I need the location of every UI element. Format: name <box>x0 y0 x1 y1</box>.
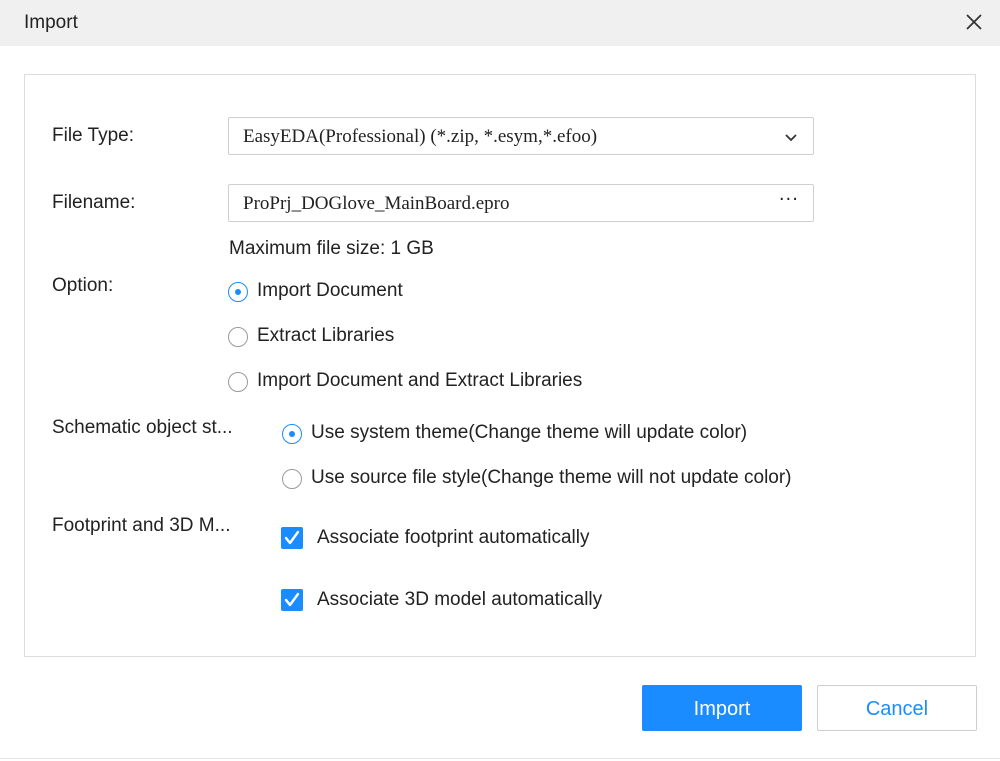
radio-label: Use source file style(Change theme will … <box>311 467 792 488</box>
check-icon <box>284 530 300 545</box>
cancel-button[interactable]: Cancel <box>817 685 977 731</box>
radio-button[interactable] <box>282 469 302 489</box>
file-type-label: File Type: <box>52 125 135 146</box>
checkbox-checked[interactable] <box>281 527 303 549</box>
filename-field[interactable]: ProPrj_DOGlove_MainBoard.epro ··· <box>228 184 814 222</box>
checkbox-label: Associate footprint automatically <box>317 527 590 548</box>
import-button[interactable]: Import <box>642 685 802 731</box>
check-icon <box>284 592 300 607</box>
radio-button-checked[interactable] <box>228 282 248 302</box>
checkbox-label: Associate 3D model automatically <box>317 589 603 610</box>
max-file-size-note: Maximum file size: 1 GB <box>229 238 434 259</box>
radio-label: Use system theme(Change theme will updat… <box>311 422 748 443</box>
filename-label: Filename: <box>52 192 136 213</box>
close-icon[interactable] <box>962 10 986 34</box>
import-dialog: Import File Type: EasyEDA(Professional) … <box>0 0 1000 761</box>
import-options-panel <box>24 74 976 657</box>
radio-button[interactable] <box>228 327 248 347</box>
footprint-3d-label: Footprint and 3D M... <box>52 515 231 536</box>
filename-value: ProPrj_DOGlove_MainBoard.epro <box>243 193 510 214</box>
chevron-down-icon <box>783 129 799 145</box>
option-label: Option: <box>52 275 114 296</box>
radio-label: Import Document and Extract Libraries <box>257 370 583 391</box>
divider <box>0 758 1000 759</box>
dialog-titlebar: Import <box>0 0 1000 46</box>
schematic-style-label: Schematic object st... <box>52 417 233 438</box>
radio-button[interactable] <box>228 372 248 392</box>
file-type-value: EasyEDA(Professional) (*.zip, *.esym,*.e… <box>243 126 598 147</box>
browse-button[interactable]: ··· <box>779 189 799 210</box>
checkbox-checked[interactable] <box>281 589 303 611</box>
radio-label: Extract Libraries <box>257 325 395 346</box>
file-type-select[interactable]: EasyEDA(Professional) (*.zip, *.esym,*.e… <box>228 117 814 155</box>
radio-label: Import Document <box>257 280 403 301</box>
dialog-title: Import <box>24 12 78 33</box>
radio-button-checked[interactable] <box>282 424 302 444</box>
